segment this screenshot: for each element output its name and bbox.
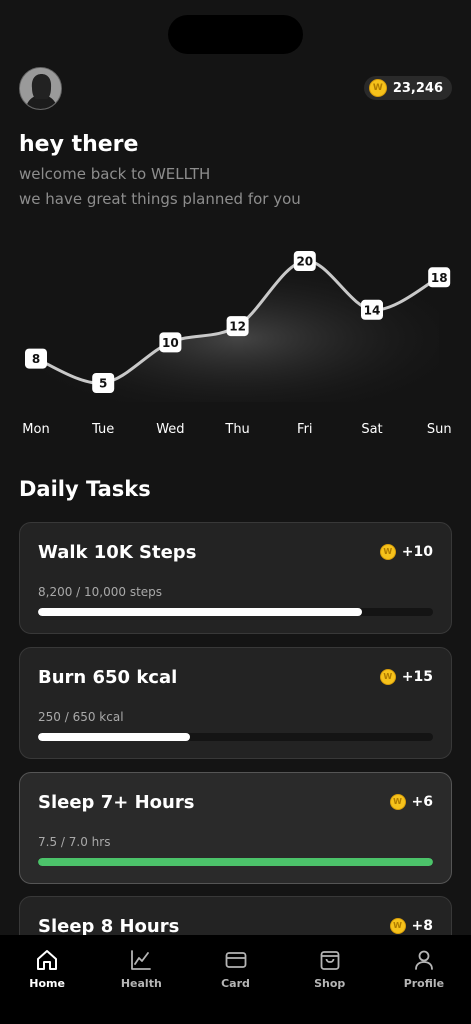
chart-data-label: 14 (364, 303, 381, 317)
tab-profile[interactable]: Profile (377, 935, 471, 1024)
task-title: Walk 10K Steps (38, 542, 197, 563)
chart-x-tick-label: Wed (156, 422, 184, 437)
task-progress-bar (38, 858, 433, 866)
coin-icon: W (389, 794, 406, 810)
task-reward: W +6 (389, 794, 433, 810)
home-icon (37, 950, 58, 970)
tab-label: Health (120, 977, 162, 990)
chart-data-label: 18 (431, 271, 448, 285)
task-progress-current: 8,200 (38, 585, 73, 599)
task-title: Sleep 7+ Hours (38, 792, 195, 813)
task-progress-target: 10,000 steps (84, 585, 163, 599)
chart-data-label: 5 (99, 377, 107, 391)
coin-icon: W (379, 669, 396, 685)
task-reward: W +10 (379, 544, 433, 560)
task-card-sleep-7[interactable]: Sleep 7+ Hours W +6 7.5 / 7.0 hrs (19, 772, 452, 884)
daily-tasks-heading: Daily Tasks (19, 477, 151, 501)
shopping-bag-icon (320, 951, 340, 970)
chart-data-label: 10 (162, 336, 179, 350)
chart-point[interactable]: 8 (25, 348, 47, 369)
task-card-calories[interactable]: Burn 650 kcal W +15 250 / 650 kcal (19, 647, 452, 759)
coin-balance[interactable]: W 23,246 (363, 76, 452, 100)
task-reward-value: +15 (401, 669, 433, 685)
chart-x-tick-label: Mon (22, 422, 49, 437)
chart-x-tick-label: Fri (297, 422, 313, 437)
task-progress-fill (38, 608, 362, 616)
task-progress-target: 650 kcal (72, 710, 124, 724)
tab-label: Shop (314, 977, 346, 990)
task-card-steps[interactable]: Walk 10K Steps W +10 8,200 / 10,000 step… (19, 522, 452, 634)
weekly-line-chart: 8 Mon 5 Tue 10 Wed 12 Thu 20 Fri 14 Sat 18 Sun (22, 251, 452, 437)
chart-data-label: 8 (32, 352, 40, 366)
coin-icon: W (368, 79, 387, 97)
tab-label: Card (221, 977, 250, 990)
chart-point[interactable]: 12 (226, 316, 249, 337)
task-progress-fill (38, 733, 190, 741)
chart-point[interactable]: 20 (293, 251, 316, 271)
greeting-subtitle: we have great things planned for you (19, 190, 301, 208)
tab-label: Home (29, 977, 65, 990)
task-reward: W +8 (389, 918, 433, 934)
bottom-tab-bar: Home Health Card Shop Profile (0, 935, 471, 1024)
task-progress-target: 7.0 hrs (68, 835, 111, 849)
coin-icon: W (389, 918, 406, 934)
chart-x-tick-label: Sat (361, 422, 382, 437)
tab-home[interactable]: Home (0, 935, 94, 1024)
task-progress-bar (38, 608, 433, 616)
task-reward-value: +8 (411, 918, 433, 934)
chart-data-label: 12 (229, 320, 246, 334)
greeting-welcome: welcome back to WELLTH (19, 165, 211, 183)
chart-data-label: 20 (296, 255, 313, 269)
task-progress-text: 250 / 650 kcal (38, 710, 124, 724)
camera-notch (168, 15, 303, 54)
chart-point[interactable]: 10 (159, 332, 182, 353)
tab-shop[interactable]: Shop (283, 935, 377, 1024)
chart-point[interactable]: 5 (92, 373, 115, 393)
chart-x-tick-label: Thu (224, 422, 249, 437)
task-title: Burn 650 kcal (38, 667, 178, 688)
task-title: Sleep 8 Hours (38, 916, 180, 937)
tab-health[interactable]: Health (94, 935, 188, 1024)
chart-x-tick-label: Tue (91, 422, 114, 437)
task-progress-current: 250 (38, 710, 61, 724)
task-progress-text: 8,200 / 10,000 steps (38, 585, 163, 599)
tab-label: Profile (403, 977, 445, 990)
coin-icon: W (379, 544, 396, 560)
task-reward: W +15 (379, 669, 433, 685)
task-progress-bar (38, 733, 433, 741)
chart-x-tick-label: Sun (427, 422, 452, 437)
task-reward-value: +10 (401, 544, 433, 560)
health-chart-icon (131, 950, 152, 970)
chart-point[interactable]: 14 (361, 299, 383, 320)
task-progress-current: 7.5 (38, 835, 58, 849)
card-icon (225, 952, 246, 968)
person-icon (415, 950, 433, 970)
avatar-silhouette-icon (20, 68, 61, 109)
task-reward-value: +6 (411, 794, 433, 810)
chart-point[interactable]: 18 (428, 267, 451, 288)
greeting-title: hey there (19, 132, 139, 157)
coin-balance-value: 23,246 (392, 80, 443, 96)
task-progress-fill (38, 858, 433, 866)
task-progress-text: 7.5 / 7.0 hrs (38, 835, 111, 849)
avatar[interactable] (19, 67, 62, 110)
tab-card[interactable]: Card (188, 935, 282, 1024)
